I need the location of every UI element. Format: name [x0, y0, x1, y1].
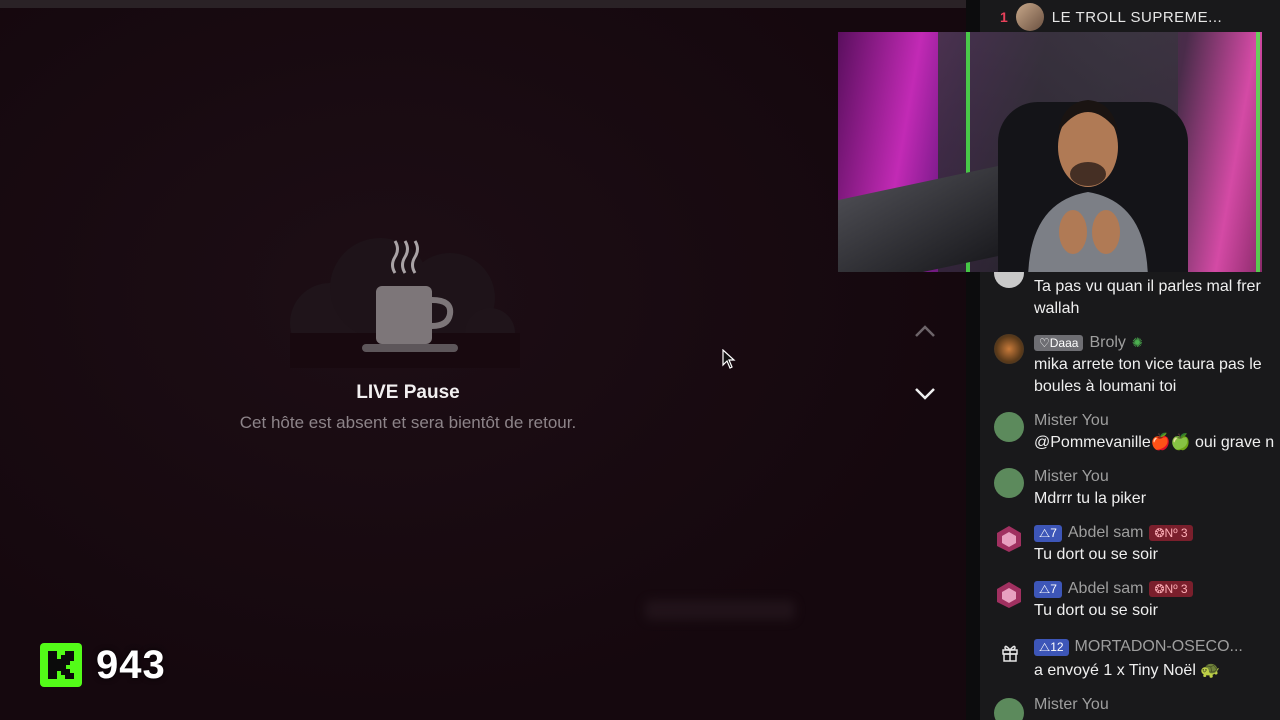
chat-username[interactable]: Broly — [1089, 334, 1125, 352]
webcam-light-strip — [1256, 32, 1260, 272]
chat-name-line: ♡Daaa Broly ✺ — [1034, 334, 1143, 352]
chat-name-line: Mister You — [1034, 468, 1109, 486]
avatar — [994, 334, 1024, 364]
chat-message-text: Tu dort ou se soir — [1034, 602, 1158, 619]
pause-subtitle: Cet hôte est absent et sera bientôt de r… — [239, 413, 577, 432]
chat-username[interactable]: Mister You — [1034, 696, 1109, 714]
blurred-watermark — [645, 600, 795, 620]
chat-message-text: @Pommevanille🍎🍏 oui grave n — [1034, 434, 1275, 451]
chevron-down-icon — [915, 388, 935, 400]
chat-username[interactable]: Abdel sam — [1068, 580, 1144, 598]
webcam-person — [1028, 100, 1148, 272]
viewer-counter: 943 — [40, 640, 166, 690]
rank-badge: ❂Nº 3 — [1149, 525, 1193, 541]
chevron-up-icon — [915, 325, 935, 337]
chat-name-line: ⧍12 MORTADON-OSECO... — [1034, 638, 1243, 656]
chat-message-text: Mdrrr tu la piker — [1034, 490, 1147, 507]
chat-name-line: Mister You — [1034, 412, 1109, 430]
level-badge: ⧍12 — [1034, 638, 1069, 656]
fan-badge: ♡Daaa — [1034, 335, 1084, 351]
avatar — [1015, 3, 1044, 31]
verified-icon: ✺ — [1131, 335, 1143, 350]
chat-name-line: Mister You — [1034, 696, 1109, 714]
chat-name-line: ⧍7 Abdel sam ❂Nº 3 — [1034, 580, 1193, 598]
gifter-rank: 1 — [1000, 9, 1008, 25]
kick-logo-icon — [40, 643, 82, 687]
top-gifter-banner[interactable]: 1 LE TROLL SUPREME... — [980, 0, 1280, 34]
chat-message-text: Ta pas vu quan il parles mal frer wallah — [1034, 278, 1261, 317]
chat-username[interactable]: Mister You — [1034, 412, 1109, 430]
avatar — [997, 526, 1021, 552]
chat-username[interactable]: Abdel sam — [1068, 524, 1144, 542]
coffee-break-illustration — [290, 238, 520, 368]
level-badge: ⧍7 — [1034, 524, 1062, 542]
gift-icon — [1002, 645, 1018, 662]
pause-title: LIVE Pause — [356, 382, 460, 403]
chat-message-text: a envoyé 1 x Tiny Noël 🐢 — [1034, 662, 1221, 679]
avatar — [994, 468, 1024, 498]
chat-message-text: mika arrete ton vice taura pas le boules… — [1034, 356, 1262, 395]
top-progress-bar — [0, 0, 966, 8]
level-badge: ⧍7 — [1034, 580, 1062, 598]
chat-username[interactable]: MORTADON-OSECO... — [1075, 638, 1243, 656]
chat-message-text: Tu dort ou se soir — [1034, 546, 1158, 563]
avatar — [994, 412, 1024, 442]
avatar — [997, 582, 1021, 608]
chat-username[interactable]: Mister You — [1034, 468, 1109, 486]
webcam-desk — [838, 163, 1008, 272]
gifter-name: LE TROLL SUPREME... — [1051, 8, 1223, 26]
previous-stream-button[interactable] — [908, 314, 942, 348]
next-stream-button[interactable] — [908, 377, 942, 411]
viewer-count: 943 — [96, 642, 166, 687]
mouse-cursor-icon — [722, 349, 736, 369]
chat-name-line: ⧍7 Abdel sam ❂Nº 3 — [1034, 524, 1193, 542]
avatar — [994, 698, 1024, 720]
rank-badge: ❂Nº 3 — [1149, 581, 1193, 597]
webcam-overlay — [838, 32, 1262, 272]
